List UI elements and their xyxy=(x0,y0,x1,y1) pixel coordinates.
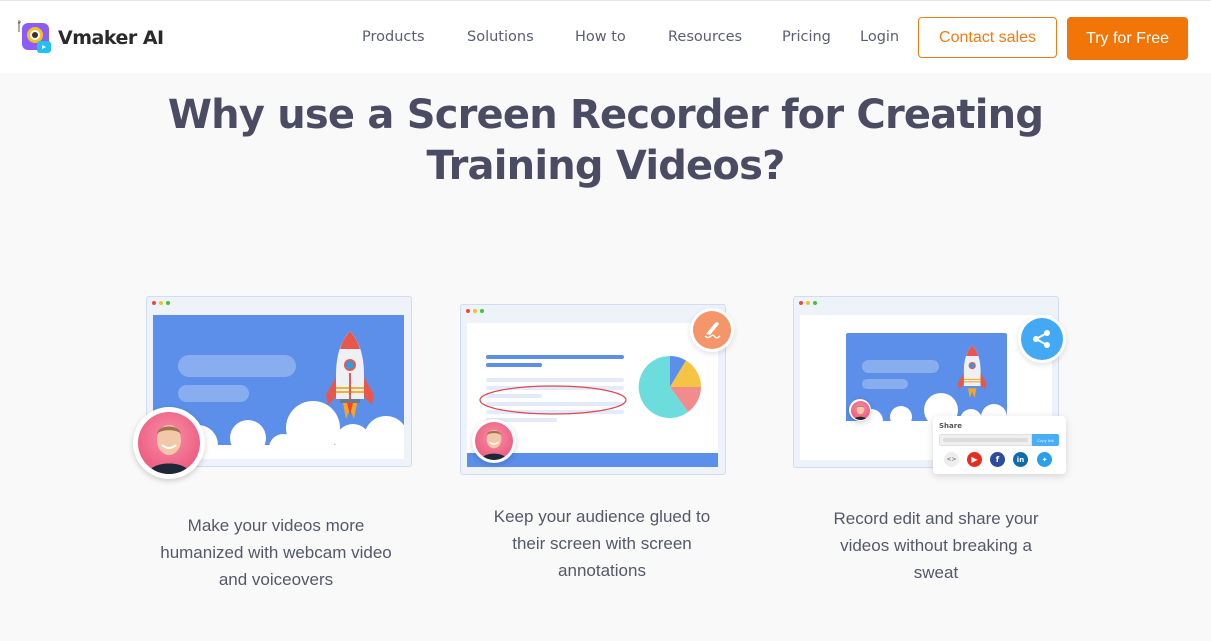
title-line-2: Training Videos? xyxy=(426,143,786,189)
contact-sales-button[interactable]: Contact sales xyxy=(918,17,1057,58)
webcam-avatar xyxy=(472,419,516,463)
try-for-free-button[interactable]: Try for Free xyxy=(1067,17,1188,60)
feature-caption-annotations: Keep your audience glued to their screen… xyxy=(493,507,711,580)
share-icon xyxy=(1018,315,1066,363)
title-line-1: Why use a Screen Recorder for Creating xyxy=(167,92,1044,138)
youtube-icon[interactable]: ▶ xyxy=(967,452,982,467)
nav-solutions[interactable]: Solutions xyxy=(467,29,534,45)
window-dots xyxy=(799,301,817,305)
brand-name: Vmaker AI xyxy=(58,27,164,49)
vmaker-logo-icon xyxy=(17,20,54,56)
nav-resources[interactable]: Resources xyxy=(668,29,742,45)
webcam-avatar xyxy=(849,399,871,421)
pie-chart-icon xyxy=(638,355,701,418)
embed-icon[interactable]: <> xyxy=(944,452,959,467)
twitter-icon[interactable]: ✦ xyxy=(1037,452,1052,467)
share-panel-title: Share xyxy=(939,422,962,430)
person-icon xyxy=(148,425,190,474)
copy-link-button[interactable]: Copy link xyxy=(1032,434,1059,446)
webcam-avatar xyxy=(133,407,205,479)
pen-annotate-icon xyxy=(690,308,734,352)
share-panel: Share Copy link <> ▶ f in ✦ xyxy=(933,416,1066,474)
feature-caption-webcam: Make your videos more humanized with web… xyxy=(160,516,392,589)
feature-caption-share: Record edit and share your videos withou… xyxy=(833,509,1039,582)
share-link-input[interactable] xyxy=(939,434,1032,446)
nav-how-to[interactable]: How to xyxy=(575,29,626,45)
nav-login[interactable]: Login xyxy=(860,29,899,45)
linkedin-icon[interactable]: in xyxy=(1013,452,1028,467)
facebook-icon[interactable]: f xyxy=(990,452,1005,467)
nav-products[interactable]: Products xyxy=(362,29,425,45)
annotation-ellipse xyxy=(479,385,627,415)
window-dots xyxy=(466,309,484,313)
site-header: Vmaker AI Products Solutions How to Reso… xyxy=(0,0,1211,73)
logo[interactable]: Vmaker AI xyxy=(17,20,164,56)
nav-pricing[interactable]: Pricing xyxy=(782,29,831,45)
section-title: Why use a Screen Recorder for Creating T… xyxy=(100,90,1111,192)
window-dots xyxy=(152,301,170,305)
person-icon xyxy=(853,404,867,420)
person-icon xyxy=(481,429,507,460)
